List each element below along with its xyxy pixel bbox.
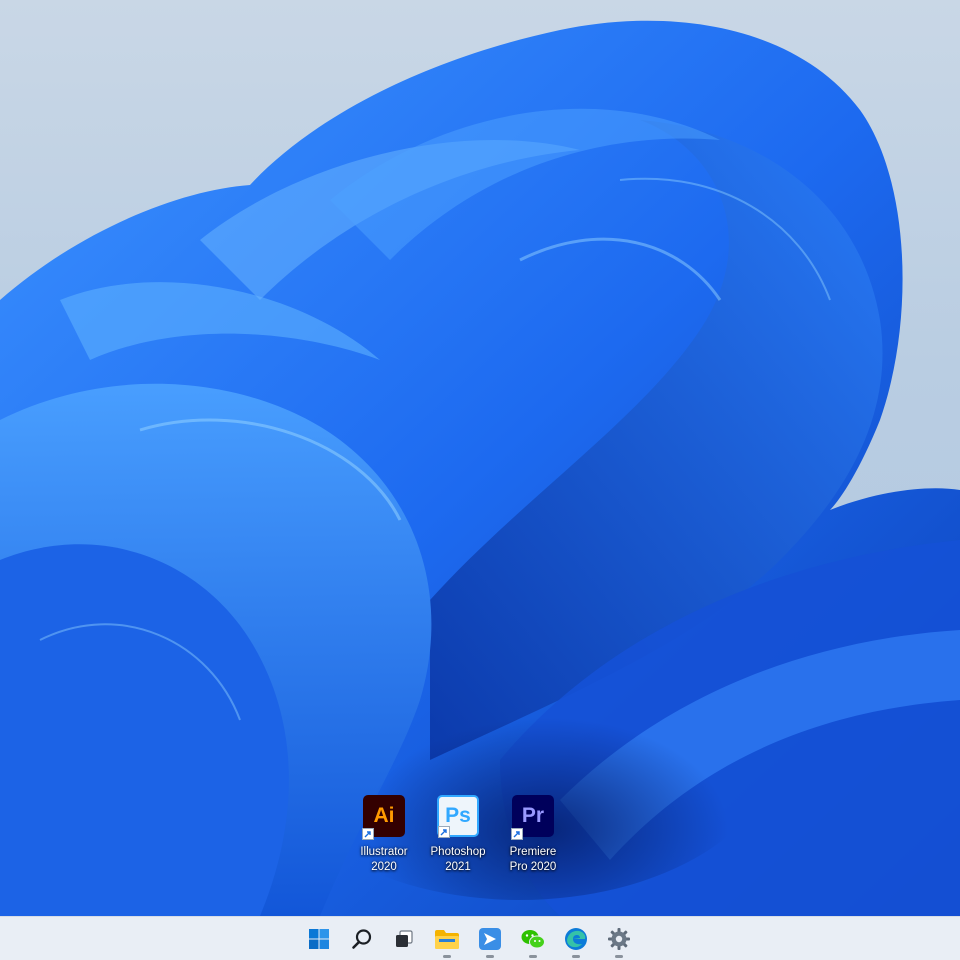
icon-badge: Ai: [373, 804, 395, 827]
icon-label: Premiere Pro 2020: [509, 846, 557, 873]
edge-button[interactable]: [561, 924, 591, 958]
app-button[interactable]: [475, 924, 505, 958]
icon-label: Illustrator 2020: [360, 846, 408, 873]
gear-icon: [608, 928, 630, 950]
running-indicator: [443, 955, 451, 958]
shortcut-arrow-icon: [511, 828, 523, 840]
wechat-icon: [521, 930, 545, 949]
task-view-icon: [396, 930, 413, 947]
running-indicator: [529, 955, 537, 958]
wechat-button[interactable]: [518, 924, 548, 958]
windows-logo-icon: [309, 929, 329, 949]
task-view-button[interactable]: [389, 924, 419, 954]
desktop-icon-photoshop[interactable]: Ps Photoshop 2021: [427, 795, 489, 875]
taskbar: [0, 916, 960, 960]
running-indicator: [572, 955, 580, 958]
search-icon: [352, 929, 372, 949]
desktop[interactable]: Ai Illustrator 2020 Ps Photoshop 2021 Pr…: [0, 0, 960, 916]
icon-badge: Ps: [445, 804, 471, 827]
edge-icon: [565, 928, 587, 950]
icon-badge: Pr: [521, 804, 545, 827]
premiere-icon: Pr: [511, 795, 554, 840]
icon-label: Photoshop 2021: [430, 846, 486, 873]
running-indicator: [486, 955, 494, 958]
settings-button[interactable]: [604, 924, 634, 958]
desktop-icon-illustrator[interactable]: Ai Illustrator 2020: [353, 795, 415, 875]
app-icon: [479, 928, 501, 950]
start-button[interactable]: [304, 924, 334, 954]
shortcut-arrow-icon: [362, 828, 374, 840]
wallpaper-bloom: [0, 20, 960, 916]
shortcut-arrow-icon: [438, 826, 450, 838]
desktop-icon-premiere[interactable]: Pr Premiere Pro 2020: [502, 795, 564, 875]
folder-icon: [435, 930, 459, 949]
photoshop-icon: Ps: [437, 795, 479, 838]
illustrator-icon: Ai: [362, 795, 405, 840]
file-explorer-button[interactable]: [432, 924, 462, 958]
search-button[interactable]: [347, 924, 377, 954]
running-indicator: [615, 955, 623, 958]
